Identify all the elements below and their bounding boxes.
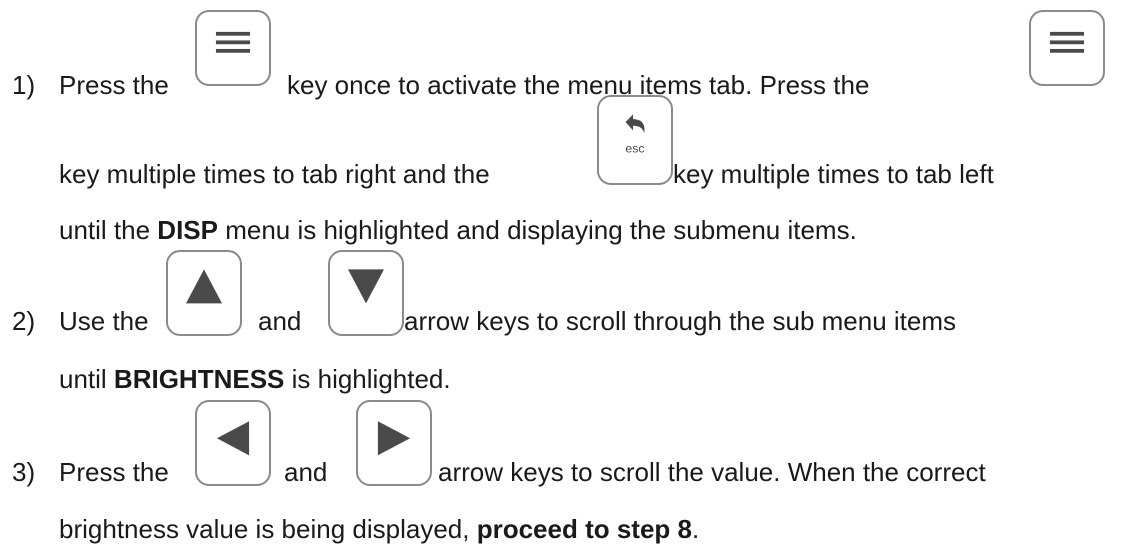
step-2-line-2: until BRIGHTNESS is highlighted. bbox=[59, 364, 451, 394]
menu-icon bbox=[215, 31, 251, 53]
step-text: brightness value is being displayed, bbox=[59, 514, 477, 544]
down-arrow-icon bbox=[348, 269, 384, 304]
menu-icon bbox=[1049, 31, 1085, 53]
up-arrow-key bbox=[166, 250, 242, 336]
step-text: menu is highlighted and displaying the s… bbox=[217, 215, 857, 245]
step-text: until bbox=[59, 364, 114, 394]
down-arrow-key bbox=[328, 250, 404, 336]
esc-key: esc bbox=[597, 95, 673, 185]
step-text: is highlighted. bbox=[284, 364, 451, 394]
right-arrow-icon bbox=[377, 421, 411, 456]
step-reference: proceed to step 8 bbox=[476, 514, 692, 544]
step-1-line-3: until the DISP menu is highlighted and d… bbox=[59, 215, 857, 245]
step-text: key multiple times to tab left bbox=[673, 159, 994, 189]
step-3-line-1: 3) Press the and arrow keys to scroll th… bbox=[12, 457, 986, 487]
left-arrow-key bbox=[195, 400, 271, 486]
right-arrow-key bbox=[356, 400, 432, 486]
step-number: 3) bbox=[12, 457, 36, 487]
left-arrow-icon bbox=[216, 421, 250, 456]
back-arrow-icon: esc bbox=[625, 114, 645, 155]
esc-label: esc bbox=[625, 141, 644, 155]
menu-name: DISP bbox=[157, 215, 218, 245]
step-text: and bbox=[284, 457, 328, 487]
step-text: key multiple times to tab right and the bbox=[59, 159, 490, 189]
step-text: until the bbox=[59, 215, 158, 245]
step-text: . bbox=[691, 514, 700, 544]
step-1-line-2: key multiple times to tab right and the … bbox=[59, 159, 994, 189]
step-text: Press the bbox=[59, 457, 169, 487]
submenu-name: BRIGHTNESS bbox=[113, 364, 285, 394]
up-arrow-icon bbox=[186, 269, 222, 304]
step-2-line-1: 2) Use the and arrow keys to scroll thro… bbox=[12, 306, 956, 336]
step-text: arrow keys to scroll the value. When the… bbox=[438, 457, 986, 487]
menu-key bbox=[195, 10, 271, 86]
step-text: key once to activate the menu items tab.… bbox=[287, 70, 870, 100]
step-text: arrow keys to scroll through the sub men… bbox=[404, 306, 957, 336]
step-number: 2) bbox=[12, 306, 36, 336]
step-text: Use the bbox=[59, 306, 149, 336]
step-number: 1) bbox=[12, 70, 36, 100]
step-3-line-2: brightness value is being displayed, pro… bbox=[59, 514, 699, 544]
step-text: and bbox=[258, 306, 302, 336]
step-1-line-1: 1) Press the key once to activate the me… bbox=[12, 70, 869, 100]
menu-key bbox=[1029, 10, 1105, 86]
step-text: Press the bbox=[59, 70, 169, 100]
